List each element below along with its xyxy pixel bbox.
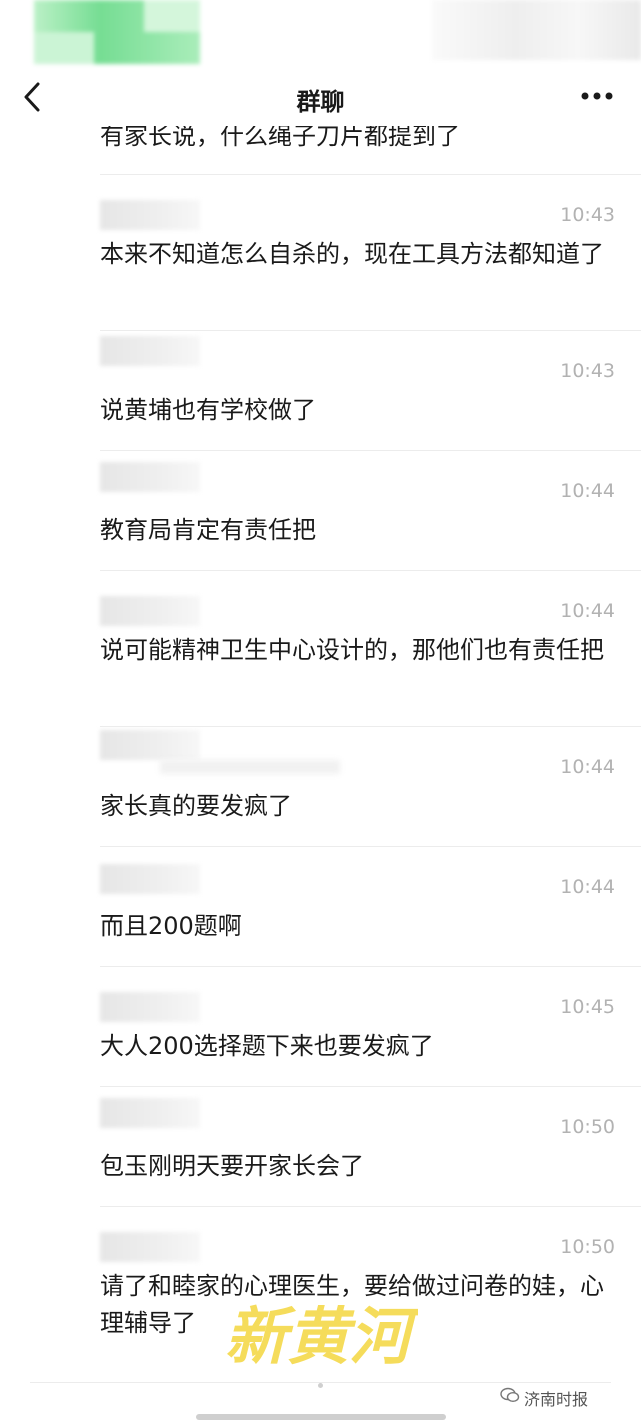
sender-name-blurred [100, 992, 200, 1022]
watermark-logo: 新黄河 [218, 1292, 423, 1374]
message-time: 10:44 [560, 480, 615, 502]
sender-name-blurred [100, 596, 200, 626]
message-time: 10:50 [560, 1116, 615, 1138]
message-time: 10:44 [560, 600, 615, 622]
message-time: 10:44 [560, 756, 615, 778]
nav-bar: 群聊 [0, 70, 641, 126]
source-label: 济南时报 [524, 1390, 589, 1409]
wechat-channel-icon [500, 1387, 520, 1403]
message-list[interactable]: 有家长说，什么绳子刀片都提到了 10:43 本来不知道怎么自杀的，现在工具方法都… [0, 126, 641, 1386]
watermark-logo-text: 新黄河 [225, 1300, 418, 1373]
message-text: 说黄埔也有学校做了 [100, 396, 316, 424]
message-time: 10:50 [560, 1236, 615, 1258]
message-text: 大人200选择题下来也要发疯了 [100, 1032, 434, 1060]
blurred-status-right [432, 0, 641, 60]
more-dots-icon[interactable] [578, 84, 618, 108]
page-dot [318, 1383, 323, 1388]
home-indicator[interactable] [196, 1414, 446, 1420]
sender-name-blurred [100, 336, 200, 366]
message-text: 包玉刚明天要开家长会了 [100, 1152, 364, 1180]
message-text: 说可能精神卫生中心设计的，那他们也有责任把 [100, 636, 604, 664]
partial-message-text: 有家长说，什么绳子刀片都提到了 [100, 126, 460, 150]
message-text: 而且200题啊 [100, 912, 242, 940]
message-text: 教育局肯定有责任把 [100, 516, 316, 544]
sender-name-blurred [100, 1232, 200, 1262]
blurred-status-left [34, 0, 200, 64]
message-text: 本来不知道怎么自杀的，现在工具方法都知道了 [100, 240, 604, 268]
message-time: 10:43 [560, 204, 615, 226]
sender-name-blurred [100, 730, 200, 760]
message-time: 10:43 [560, 360, 615, 382]
message-time: 10:45 [560, 996, 615, 1018]
status-bar [0, 0, 641, 70]
message-text: 家长真的要发疯了 [100, 792, 292, 820]
sender-name-blurred [100, 462, 200, 492]
sender-name-blurred [100, 200, 200, 230]
message-time: 10:44 [560, 876, 615, 898]
sender-name-blurred [100, 864, 200, 894]
sender-name-blurred [100, 1098, 200, 1128]
chat-title: 群聊 [296, 88, 345, 116]
